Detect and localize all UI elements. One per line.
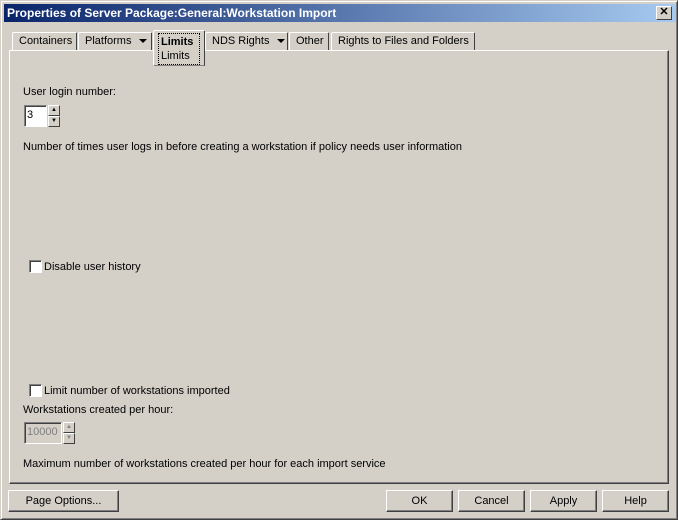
spin-down-icon[interactable]: ▼ [48, 116, 60, 127]
spin-up-icon[interactable]: ▲ [63, 422, 75, 433]
limit-workstations-checkbox[interactable] [29, 384, 42, 397]
title-bar: Properties of Server Package:General:Wor… [4, 4, 676, 22]
tab-containers[interactable]: Containers [12, 32, 77, 50]
user-login-description: Number of times user logs in before crea… [23, 141, 462, 153]
limit-workstations-label[interactable]: Limit number of workstations imported [44, 385, 230, 397]
tab-other[interactable]: Other [289, 32, 329, 50]
disable-user-history-checkbox[interactable] [29, 260, 42, 273]
workstations-per-hour-input[interactable]: 10000 [24, 422, 62, 444]
tab-label: Other [296, 35, 324, 47]
tab-label: Platforms [85, 35, 132, 47]
tab-label: Containers [19, 35, 73, 47]
user-login-label: User login number: [23, 86, 116, 98]
tab-rights-files-folders[interactable]: Rights to Files and Folders [331, 32, 475, 50]
apply-button[interactable]: Apply [530, 490, 597, 512]
dropdown-arrow-icon[interactable] [277, 39, 286, 44]
window-title: Properties of Server Package:General:Wor… [7, 6, 337, 20]
workstations-per-hour-description: Maximum number of workstations created p… [23, 458, 386, 470]
dropdown-arrow-icon[interactable] [139, 39, 148, 44]
ok-button[interactable]: OK [386, 490, 453, 512]
help-button[interactable]: Help [602, 490, 669, 512]
spin-up-icon[interactable]: ▲ [48, 105, 60, 116]
workstations-per-hour-label: Workstations created per hour: [23, 404, 174, 416]
tab-limits[interactable]: Limits Limits [153, 30, 205, 66]
tab-label: Limits [161, 36, 194, 48]
tab-platforms[interactable]: Platforms [78, 32, 152, 50]
page-options-button[interactable]: Page Options... [8, 490, 119, 512]
disable-user-history-label[interactable]: Disable user history [44, 261, 141, 273]
cancel-button[interactable]: Cancel [458, 490, 525, 512]
user-login-input[interactable]: 3 [24, 105, 47, 127]
tab-nds-rights[interactable]: NDS Rights [205, 32, 288, 50]
tab-sublabel-limits[interactable]: Limits [161, 49, 197, 63]
close-button[interactable]: ✕ [656, 6, 672, 20]
tab-label: NDS Rights [212, 35, 270, 47]
tab-label: Rights to Files and Folders [338, 35, 469, 47]
spin-down-icon[interactable]: ▼ [63, 433, 75, 444]
